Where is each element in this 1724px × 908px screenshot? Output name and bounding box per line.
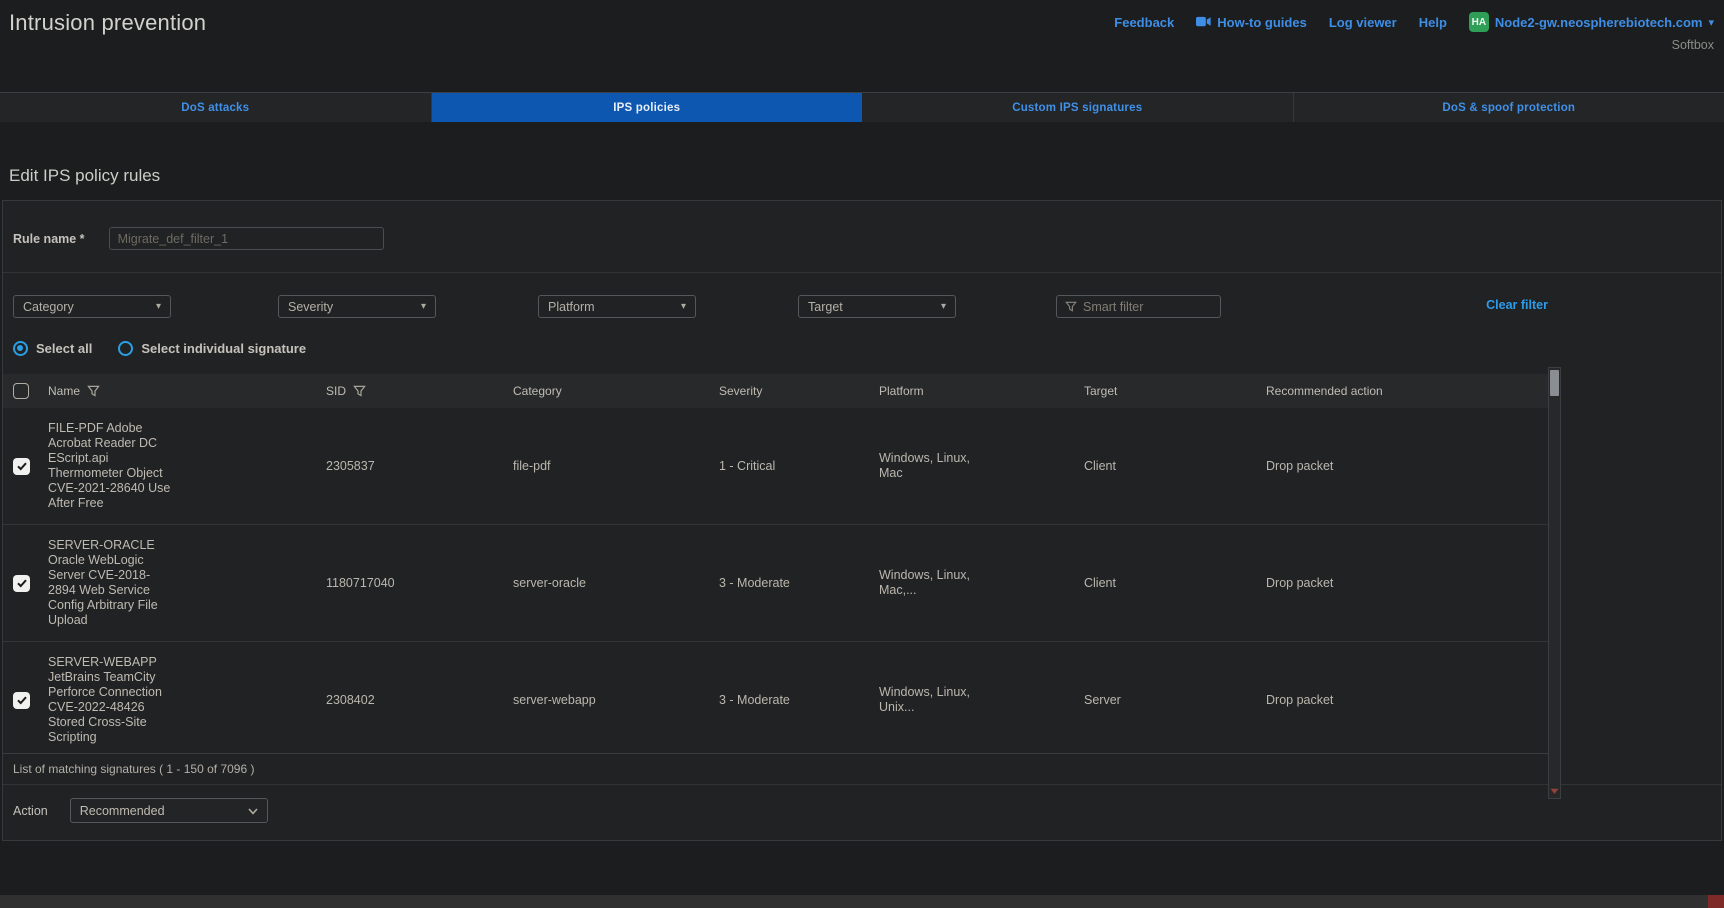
signature-severity: 1 - Critical: [719, 459, 879, 474]
chevron-down-icon: ▾: [681, 301, 686, 312]
signature-action: Drop packet: [1266, 576, 1559, 591]
feedback-link[interactable]: Feedback: [1114, 15, 1174, 30]
chevron-down-icon: ▾: [421, 301, 426, 312]
intrusion-prevention-page: Intrusion prevention Feedback How-to gui…: [0, 0, 1724, 908]
signature-sid: 1180717040: [326, 576, 513, 591]
filter-funnel-icon: [1065, 301, 1077, 313]
table-row: SERVER-ORACLE Oracle WebLogic Server CVE…: [3, 525, 1559, 642]
action-bar: Action Recommended: [3, 785, 1721, 840]
env-label: Softbox: [1672, 38, 1714, 52]
signature-platform: Windows, Linux, Mac,...: [879, 568, 977, 598]
edit-ips-policy-panel: Rule name * Category▾ Severity▾ Platform…: [2, 200, 1722, 841]
row-checkbox[interactable]: [13, 692, 30, 709]
table-row: SERVER-WEBAPP JetBrains TeamCity Perforc…: [3, 642, 1559, 753]
divider: [3, 272, 1721, 273]
rule-name-label: Rule name *: [13, 232, 85, 246]
filter-row: Category▾ Severity▾ Platform▾ Target▾: [3, 295, 1559, 319]
tab-custom-ips-signatures[interactable]: Custom IPS signatures: [862, 93, 1294, 122]
sid-filter-icon[interactable]: [353, 385, 366, 398]
signature-name: SERVER-ORACLE Oracle WebLogic Server CVE…: [48, 538, 172, 628]
scrollbar-down-arrow[interactable]: [1549, 784, 1560, 798]
results-summary: List of matching signatures ( 1 - 150 of…: [3, 753, 1559, 784]
smart-filter-input[interactable]: [1083, 300, 1244, 314]
chevron-down-icon: ▾: [156, 301, 161, 312]
chevron-down-icon: ▾: [941, 301, 946, 312]
rule-name-input[interactable]: [109, 227, 384, 250]
rule-name-row: Rule name *: [3, 201, 1721, 272]
help-link[interactable]: Help: [1419, 15, 1447, 30]
signature-category: server-oracle: [513, 576, 719, 591]
chevron-down-icon: ▾: [1708, 16, 1714, 29]
howto-guides-link[interactable]: How-to guides: [1196, 15, 1307, 30]
table-scrollbar[interactable]: [1548, 367, 1561, 799]
ha-badge: HA: [1469, 12, 1489, 32]
select-all-radio[interactable]: Select all: [13, 341, 92, 356]
name-filter-icon[interactable]: [87, 385, 100, 398]
category-filter-dropdown[interactable]: Category▾: [13, 295, 171, 318]
section-heading: Edit IPS policy rules: [9, 166, 1724, 186]
signature-name: SERVER-WEBAPP JetBrains TeamCity Perforc…: [48, 655, 172, 745]
signature-category: file-pdf: [513, 459, 719, 474]
smart-filter-field: [1056, 295, 1221, 318]
action-select[interactable]: Recommended: [70, 798, 268, 823]
log-viewer-link[interactable]: Log viewer: [1329, 15, 1397, 30]
signature-severity: 3 - Moderate: [719, 576, 879, 591]
tab-dos-attacks[interactable]: DoS attacks: [0, 93, 432, 122]
table-row: FILE-PDF Adobe Acrobat Reader DC EScript…: [3, 408, 1559, 525]
action-label: Action: [13, 804, 48, 818]
signature-target: Client: [1084, 459, 1266, 474]
bottom-strip: [0, 895, 1724, 908]
top-nav: Feedback How-to guides Log viewer Help H…: [1114, 12, 1714, 32]
tab-ips-policies[interactable]: IPS policies: [432, 93, 863, 122]
signature-name: FILE-PDF Adobe Acrobat Reader DC EScript…: [48, 421, 172, 511]
signature-action: Drop packet: [1266, 693, 1559, 708]
platform-filter-dropdown[interactable]: Platform▾: [538, 295, 696, 318]
radio-off-icon: [118, 341, 133, 356]
selection-mode-row: Select all Select individual signature: [13, 341, 1559, 356]
select-individual-radio[interactable]: Select individual signature: [118, 341, 306, 356]
signature-action: Drop packet: [1266, 459, 1559, 474]
page-title: Intrusion prevention: [9, 10, 206, 36]
signatures-table: Name SID Category Severity Platform Targ…: [3, 374, 1559, 753]
signature-target: Server: [1084, 693, 1266, 708]
node-name-link[interactable]: Node2-gw.neospherebiotech.com: [1495, 15, 1703, 30]
target-filter-dropdown[interactable]: Target▾: [798, 295, 956, 318]
signature-severity: 3 - Moderate: [719, 693, 879, 708]
table-header: Name SID Category Severity Platform Targ…: [3, 374, 1559, 408]
radio-on-icon: [13, 341, 28, 356]
tab-dos-spoof-protection[interactable]: DoS & spoof protection: [1294, 93, 1724, 122]
tab-bar: DoS attacks IPS policies Custom IPS sign…: [0, 92, 1724, 122]
video-camera-icon: [1196, 15, 1211, 30]
clear-filter-link[interactable]: Clear filter: [1486, 298, 1548, 312]
signature-platform: Windows, Linux, Mac: [879, 451, 977, 481]
signature-sid: 2308402: [326, 693, 513, 708]
severity-filter-dropdown[interactable]: Severity▾: [278, 295, 436, 318]
signature-sid: 2305837: [326, 459, 513, 474]
signature-platform: Windows, Linux, Unix...: [879, 685, 977, 715]
scrollbar-thumb[interactable]: [1550, 370, 1559, 396]
row-checkbox[interactable]: [13, 458, 30, 475]
table-rows: FILE-PDF Adobe Acrobat Reader DC EScript…: [3, 408, 1559, 753]
signature-category: server-webapp: [513, 693, 719, 708]
page-header: Intrusion prevention Feedback How-to gui…: [0, 0, 1724, 92]
signature-target: Client: [1084, 576, 1266, 591]
node-menu[interactable]: HA Node2-gw.neospherebiotech.com ▾: [1469, 12, 1714, 32]
chevron-down-icon: [248, 804, 258, 818]
bottom-corner-marker: [1708, 895, 1724, 908]
select-all-checkbox[interactable]: [13, 383, 29, 399]
row-checkbox[interactable]: [13, 575, 30, 592]
